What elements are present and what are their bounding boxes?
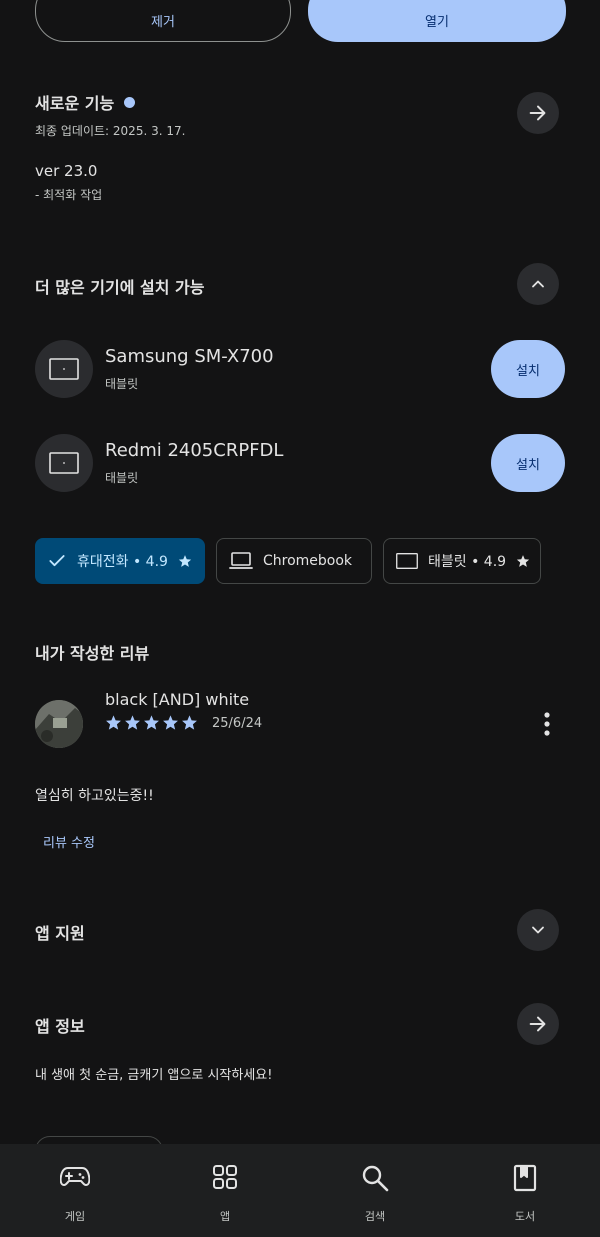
- nav-apps-label: 앱: [219, 1210, 231, 1223]
- device-type-1: 태블릿: [105, 377, 139, 391]
- check-icon: [49, 555, 65, 567]
- app-support-title: 앱 지원: [35, 924, 85, 943]
- more-vert-icon: [544, 712, 550, 736]
- chip-phone-label: 휴대전화 • 4.9: [77, 554, 168, 570]
- chevron-up-icon: [532, 280, 544, 288]
- device-name-2: Redmi 2405CRPFDL: [105, 440, 284, 461]
- chip-tablet-label: 태블릿 • 4.9: [428, 554, 507, 570]
- nav-apps[interactable]: 앱: [150, 1144, 300, 1237]
- nav-search[interactable]: 검색: [300, 1144, 450, 1237]
- more-devices-title: 더 많은 기기에 설치 가능: [35, 278, 205, 297]
- tablet-icon: [396, 553, 418, 569]
- device-type-2: 태블릿: [105, 471, 139, 485]
- star-icon: [178, 555, 192, 567]
- star-icon: [125, 715, 140, 730]
- book-icon: [513, 1164, 537, 1192]
- arrow-right-icon: [529, 1016, 546, 1032]
- chip-chromebook[interactable]: Chromebook: [216, 538, 372, 584]
- tablet-icon: [49, 358, 79, 380]
- my-review-title: 내가 작성한 리뷰: [35, 644, 150, 663]
- whats-new-title: 새로운 기능: [35, 94, 115, 113]
- chip-phone[interactable]: 휴대전화 • 4.9: [35, 538, 205, 584]
- review-rating: [105, 714, 198, 731]
- device-name-1: Samsung SM-X700: [105, 346, 274, 367]
- version-note: - 최적화 작업: [35, 188, 103, 202]
- tablet-icon: [49, 452, 79, 474]
- new-indicator-dot: [124, 96, 136, 108]
- collapse-button[interactable]: [517, 263, 559, 305]
- reviewer-name: black [AND] white: [105, 690, 250, 709]
- avatar-image: [35, 700, 83, 748]
- review-more-button[interactable]: [537, 708, 557, 740]
- install-button-2[interactable]: 설치: [491, 434, 565, 492]
- nav-books-label: 도서: [514, 1210, 536, 1223]
- install-label-1: 설치: [516, 363, 540, 379]
- star-icon: [182, 715, 197, 730]
- last-updated: 최종 업데이트: 2025. 3. 17.: [35, 124, 186, 138]
- tablet-device-icon-2: [35, 434, 93, 492]
- nav-search-label: 검색: [364, 1210, 386, 1223]
- laptop-icon: [229, 552, 253, 569]
- nav-books[interactable]: 도서: [450, 1144, 600, 1237]
- review-text: 열심히 하고있는중!!: [35, 788, 154, 804]
- app-description: 내 생애 첫 순금, 금캐기 앱으로 시작하세요!: [35, 1068, 273, 1083]
- open-button-label: 열기: [425, 14, 449, 30]
- remove-button[interactable]: 제거: [35, 0, 291, 42]
- star-icon: [144, 715, 159, 730]
- app-info-title: 앱 정보: [35, 1017, 85, 1036]
- app-support-expand-button[interactable]: [517, 909, 559, 951]
- chip-tablet[interactable]: 태블릿 • 4.9: [383, 538, 541, 584]
- arrow-right-icon: [529, 105, 546, 121]
- remove-button-label: 제거: [151, 14, 175, 30]
- apps-grid-icon: [213, 1165, 237, 1189]
- reviewer-avatar: [35, 700, 83, 748]
- search-icon: [362, 1165, 389, 1192]
- app-info-arrow-button[interactable]: [517, 1003, 559, 1045]
- nav-games-label: 게임: [64, 1210, 86, 1223]
- star-icon: [516, 555, 530, 567]
- gamepad-icon: [59, 1167, 91, 1186]
- star-icon: [106, 715, 121, 730]
- chevron-down-icon: [532, 926, 544, 934]
- install-button-1[interactable]: 설치: [491, 340, 565, 398]
- whats-new-arrow-button[interactable]: [517, 92, 559, 134]
- nav-games[interactable]: 게임: [0, 1144, 150, 1237]
- whats-new-section: 새로운 기능 최종 업데이트: 2025. 3. 17.: [35, 90, 565, 139]
- open-button[interactable]: 열기: [308, 0, 566, 42]
- chip-chromebook-label: Chromebook: [263, 553, 353, 569]
- edit-review-link[interactable]: 리뷰 수정: [43, 832, 95, 851]
- star-icon: [163, 715, 178, 730]
- install-label-2: 설치: [516, 457, 540, 473]
- bottom-navigation: 게임 앱 검색 도서: [0, 1144, 600, 1237]
- version-text: ver 23.0: [35, 162, 98, 180]
- tablet-device-icon-1: [35, 340, 93, 398]
- review-date: 25/6/24: [212, 716, 263, 731]
